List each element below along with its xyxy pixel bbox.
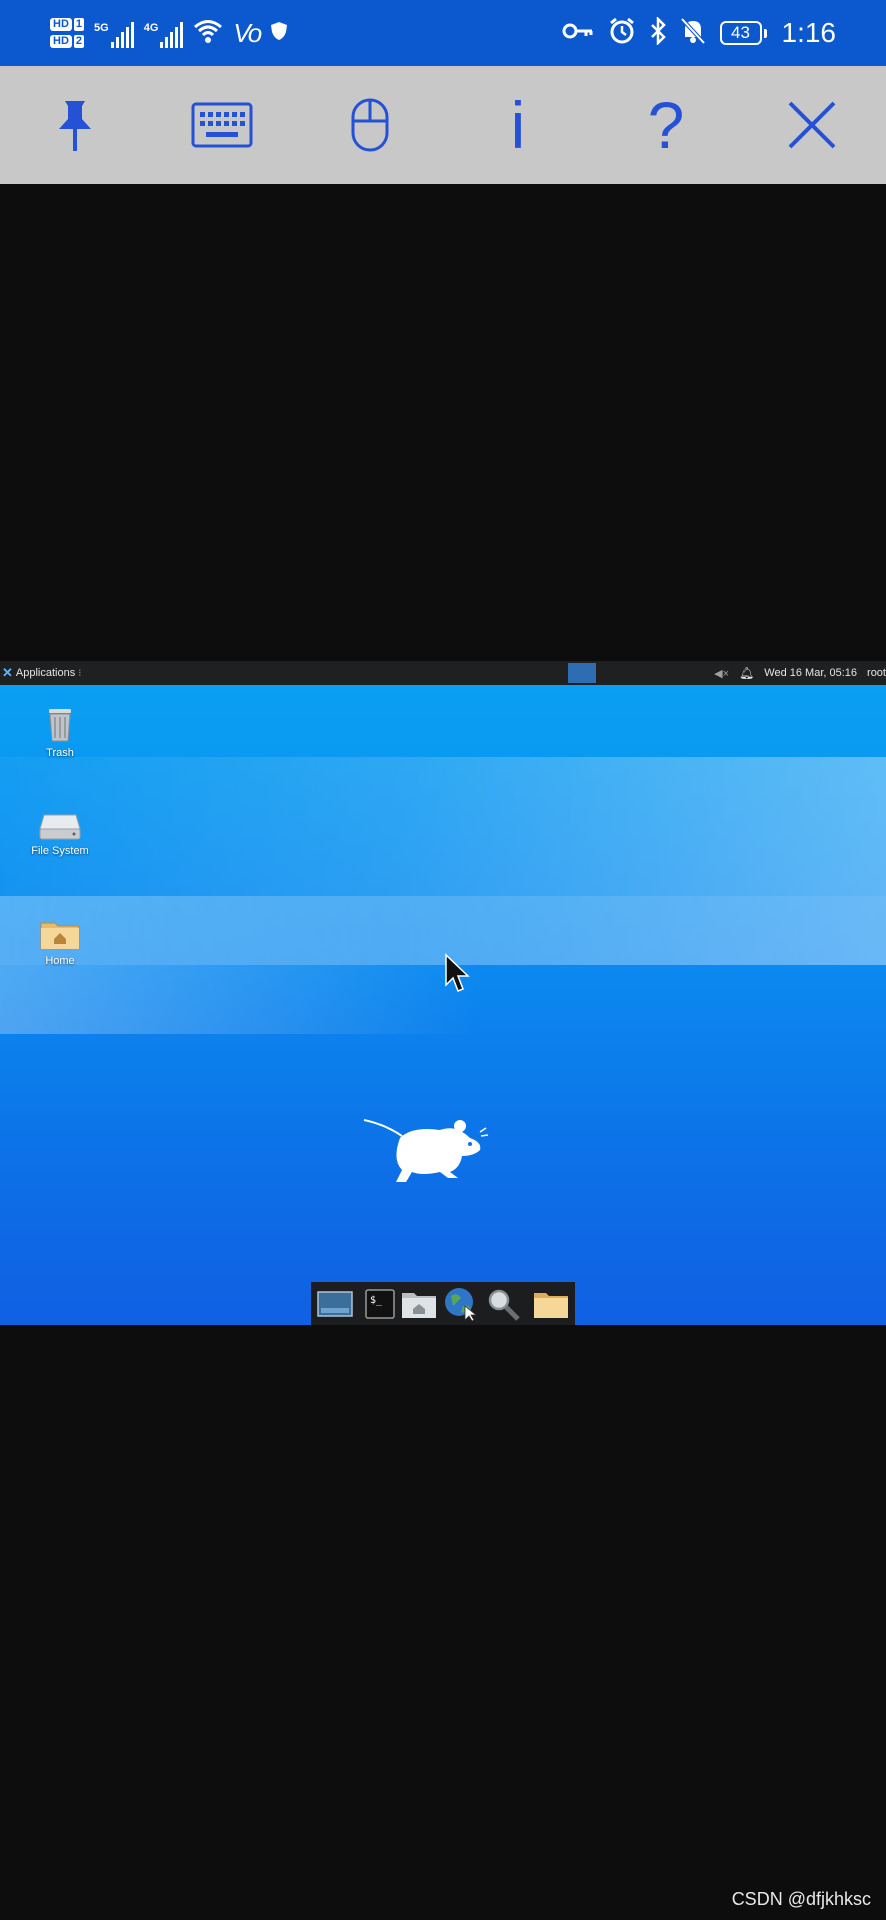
- pin-button[interactable]: [25, 66, 125, 184]
- sim2-hd-badge: HD 2: [50, 35, 85, 48]
- xfce-top-panel: ✕ Applications ⁝ ◀× 🔔︎ Wed 16 Mar, 05:16…: [0, 661, 886, 685]
- vpn-key-icon: [562, 21, 594, 46]
- shield-icon: [270, 21, 288, 46]
- viewer-empty-area-bottom: CSDN @dfjkhksc: [0, 1325, 886, 1920]
- workspace-switcher[interactable]: [568, 663, 596, 683]
- info-icon: i: [510, 88, 526, 162]
- status-bar-right: 43 1:16: [562, 0, 837, 66]
- sim1-hd-badge: HD 1: [50, 18, 85, 31]
- keyboard-button[interactable]: [172, 66, 272, 184]
- remote-desktop[interactable]: ✕ Applications ⁝ ◀× 🔔︎ Wed 16 Mar, 05:16…: [0, 661, 886, 1325]
- mouse-icon: [351, 98, 389, 152]
- alarm-icon: [608, 17, 636, 50]
- keyboard-icon: [191, 102, 253, 148]
- wifi-icon: [193, 18, 223, 49]
- mouse-button[interactable]: [320, 66, 420, 184]
- xfce-mouse-logo-icon: [363, 1119, 489, 1182]
- battery-level: 43: [731, 23, 750, 42]
- dock-terminal[interactable]: $_: [365, 1286, 395, 1322]
- battery-icon: 43: [719, 21, 767, 45]
- web-browser-icon: [445, 1287, 478, 1322]
- network2-label: 4G: [143, 22, 159, 34]
- xfce-logo-icon: ✕: [2, 665, 13, 680]
- magnifier-icon: [488, 1289, 520, 1321]
- notification-bell-icon[interactable]: 🔔︎: [739, 666, 754, 680]
- applications-label: Applications: [15, 667, 76, 679]
- pin-icon: [59, 101, 91, 151]
- signal-5g-icon: 5G: [94, 18, 134, 48]
- desktop-icon-label: Home: [45, 955, 75, 967]
- status-clock: 1:16: [781, 17, 837, 48]
- dock-web-browser[interactable]: [443, 1286, 479, 1322]
- panel-tray: ◀× 🔔︎ Wed 16 Mar, 05:16 root: [714, 661, 886, 685]
- bluetooth-icon: [650, 15, 666, 50]
- desktop-icon-file-system[interactable]: File System: [12, 811, 108, 857]
- sim1-hd-label: HD: [50, 18, 72, 31]
- close-icon: [788, 101, 836, 149]
- mouse-pointer-icon: [445, 953, 470, 992]
- show-desktop-icon: [317, 1290, 353, 1317]
- panel-clock[interactable]: Wed 16 Mar, 05:16: [764, 667, 857, 679]
- svg-text:$_: $_: [370, 1295, 383, 1306]
- dock-folder[interactable]: [533, 1286, 569, 1322]
- dock-app-finder[interactable]: [485, 1286, 521, 1322]
- notifications-muted-icon: [680, 17, 706, 50]
- viewer-empty-area-top: [0, 184, 886, 661]
- info-button[interactable]: i: [468, 66, 568, 184]
- desktop-icon-trash[interactable]: Trash: [12, 705, 108, 759]
- android-status-bar: HD 1 HD 2 5G 4G Vo 43 1:16: [0, 0, 886, 66]
- menu-handle-icon: ⁝: [78, 667, 82, 679]
- sim2-slot-label: 2: [73, 35, 85, 48]
- dock-show-desktop[interactable]: [317, 1286, 353, 1322]
- file-manager-icon: [402, 1292, 436, 1318]
- desktop-icon-label: File System: [31, 845, 89, 857]
- xfce-dock: $_: [311, 1282, 575, 1325]
- status-bar-left: HD 1 HD 2 5G 4G Vo: [50, 0, 288, 66]
- network1-label: 5G: [94, 22, 109, 34]
- watermark-text: CSDN @dfjkhksc: [731, 1889, 871, 1909]
- hard-drive-icon: [39, 814, 81, 840]
- trash-icon: [49, 709, 71, 742]
- volte-icon: Vo: [233, 17, 262, 48]
- panel-user[interactable]: root: [867, 667, 886, 679]
- sim-indicators: HD 1 HD 2: [50, 18, 85, 48]
- terminal-icon: $_: [365, 1288, 395, 1319]
- sim2-hd-label: HD: [50, 35, 72, 48]
- remote-toolbar: i ?: [0, 66, 886, 184]
- help-icon: ?: [647, 88, 685, 162]
- home-folder-icon: [40, 922, 80, 950]
- sim1-slot-label: 1: [73, 18, 85, 31]
- help-button[interactable]: ?: [616, 66, 716, 184]
- applications-menu[interactable]: ✕ Applications ⁝: [2, 661, 81, 685]
- signal-4g-icon: 4G: [144, 18, 184, 48]
- desktop-icon-home[interactable]: Home: [12, 917, 108, 967]
- folder-icon: [534, 1292, 568, 1318]
- volume-muted-icon[interactable]: ◀×: [714, 667, 729, 680]
- desktop-icon-label: Trash: [46, 747, 74, 759]
- dock-file-manager[interactable]: [401, 1286, 437, 1322]
- close-button[interactable]: [762, 66, 862, 184]
